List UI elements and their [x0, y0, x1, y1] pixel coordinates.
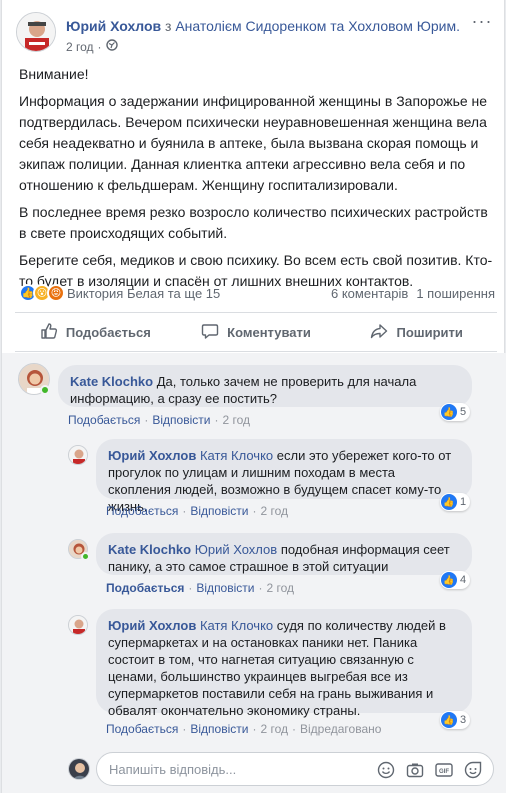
comment-time[interactable]: 2 год — [222, 413, 250, 427]
post-header: Юрий Хохлов з Анатолієм Сидоренком та Хо… — [16, 10, 494, 60]
avatar[interactable] — [68, 445, 88, 465]
comment-like-count[interactable]: 👍 4 — [440, 571, 471, 589]
comment-like-link[interactable]: Подобається — [106, 581, 184, 595]
share-button[interactable]: Поширити — [336, 313, 497, 351]
comment-actions: Подобається · Відповісти · 2 год — [106, 581, 295, 595]
like-reaction-icon: 👍 — [441, 712, 457, 728]
emoji-icon[interactable] — [376, 760, 396, 780]
comment-time[interactable]: 2 год — [260, 504, 288, 518]
post-counts: 6 коментарів 1 поширення — [331, 286, 495, 301]
comment-mention[interactable]: Катя Клочко — [200, 448, 273, 463]
comment-text: судя по количеству людей в супермаркетах… — [108, 618, 446, 718]
share-arrow-icon — [370, 322, 388, 343]
post-time[interactable]: 2 год — [66, 40, 94, 54]
current-user-avatar — [68, 758, 90, 780]
comment-reply-link[interactable]: Відповісти — [196, 581, 254, 595]
comment-button[interactable]: Коментувати — [176, 313, 337, 351]
svg-text:GIF: GIF — [439, 769, 449, 775]
angry-reaction-icon: 😡 — [47, 284, 65, 302]
post-paragraph: В последнее время резко возросло количес… — [19, 204, 488, 241]
shares-count[interactable]: 1 поширення — [416, 286, 495, 301]
comment-author[interactable]: Юрий Хохлов — [108, 448, 196, 463]
reaction-icons[interactable]: 👍 😮 😡 — [19, 284, 65, 302]
like-button-label: Подобається — [65, 324, 151, 340]
comment-author[interactable]: Kate Klochko — [70, 374, 153, 389]
comments-section: Kate Klochko Да, только зачем не провери… — [2, 353, 506, 793]
post-author-name[interactable]: Юрий Хохлов — [66, 18, 161, 34]
online-status-dot — [40, 385, 50, 395]
comment-time[interactable]: 2 год — [260, 722, 288, 736]
like-button[interactable]: Подобається — [15, 313, 176, 351]
comment-bubble: Юрий Хохлов Катя Клочко если это убереже… — [96, 439, 472, 514]
gif-icon[interactable]: GIF — [434, 760, 454, 780]
reactions-text[interactable]: Виктория Белая та ще 15 — [67, 286, 220, 301]
comments-count[interactable]: 6 коментарів — [331, 286, 408, 301]
post-actions: Подобається Коментувати Поширити — [15, 312, 497, 352]
comment-like-count[interactable]: 👍 1 — [440, 493, 471, 511]
edited-label[interactable]: Відредаговано — [300, 722, 381, 736]
more-options-icon[interactable]: ··· — [470, 12, 494, 36]
post-body: Внимание! Информация о задержании инфици… — [19, 64, 495, 298]
tagged-people[interactable]: Анатолієм Сидоренком та Хохловом Юрим. — [175, 18, 460, 34]
share-button-label: Поширити — [396, 324, 463, 340]
comment-actions: Подобається · Відповісти · 2 год — [68, 413, 250, 427]
post-paragraph: Внимание! — [19, 66, 89, 82]
comment-bubble: Kate Klochko Да, только зачем не провери… — [58, 365, 472, 407]
comment-bubble: Kate Klochko Юрий Хохлов подобная информ… — [96, 533, 472, 575]
comment-author[interactable]: Юрий Хохлов — [108, 618, 196, 633]
comment-bubble: Юрий Хохлов Катя Клочко судя по количест… — [96, 609, 472, 718]
reply-tools: GIF — [376, 760, 483, 780]
reactions-bar: 👍 😮 😡 Виктория Белая та ще 15 6 коментар… — [19, 282, 495, 304]
comment-like-link[interactable]: Подобається — [68, 413, 140, 427]
sticker-icon[interactable] — [463, 760, 483, 780]
avatar[interactable] — [68, 615, 88, 635]
comment-reply-link[interactable]: Відповісти — [152, 413, 210, 427]
comment-bubble-icon — [201, 322, 219, 343]
online-status-dot — [81, 552, 90, 561]
post-meta: 2 год · — [66, 39, 118, 54]
reply-input[interactable] — [109, 759, 369, 779]
comment-time[interactable]: 2 год — [266, 581, 294, 595]
comment-like-count[interactable]: 👍 3 — [440, 711, 471, 729]
with-text: з — [165, 18, 172, 34]
post-card: Юрий Хохлов з Анатолієм Сидоренком та Хо… — [1, 0, 506, 793]
audience-icon[interactable] — [105, 39, 118, 54]
comment-author[interactable]: Kate Klochko — [108, 542, 191, 557]
like-reaction-icon: 👍 — [441, 404, 457, 420]
comment-actions: Подобається · Відповісти · 2 год — [106, 504, 288, 518]
reply-box: GIF — [96, 752, 494, 786]
comment-reply-link[interactable]: Відповісти — [190, 722, 248, 736]
camera-icon[interactable] — [405, 760, 425, 780]
comment-like-count[interactable]: 👍 5 — [440, 403, 471, 421]
comment-like-link[interactable]: Подобається — [106, 504, 178, 518]
post-paragraph: Информация о задержании инфицированной ж… — [19, 93, 488, 193]
post-author-line: Юрий Хохлов з Анатолієм Сидоренком та Хо… — [66, 17, 464, 35]
like-reaction-icon: 👍 — [441, 494, 457, 510]
comment-reply-link[interactable]: Відповісти — [190, 504, 248, 518]
comment-button-label: Коментувати — [227, 324, 311, 340]
comment-actions: Подобається · Відповісти · 2 год · Відре… — [106, 722, 382, 736]
comment-mention[interactable]: Юрий Хохлов — [195, 542, 277, 557]
comment-mention[interactable]: Катя Клочко — [200, 618, 273, 633]
comment-like-link[interactable]: Подобається — [106, 722, 178, 736]
thumbs-up-icon — [40, 322, 58, 343]
author-avatar[interactable] — [16, 12, 56, 52]
like-reaction-icon: 👍 — [441, 572, 457, 588]
